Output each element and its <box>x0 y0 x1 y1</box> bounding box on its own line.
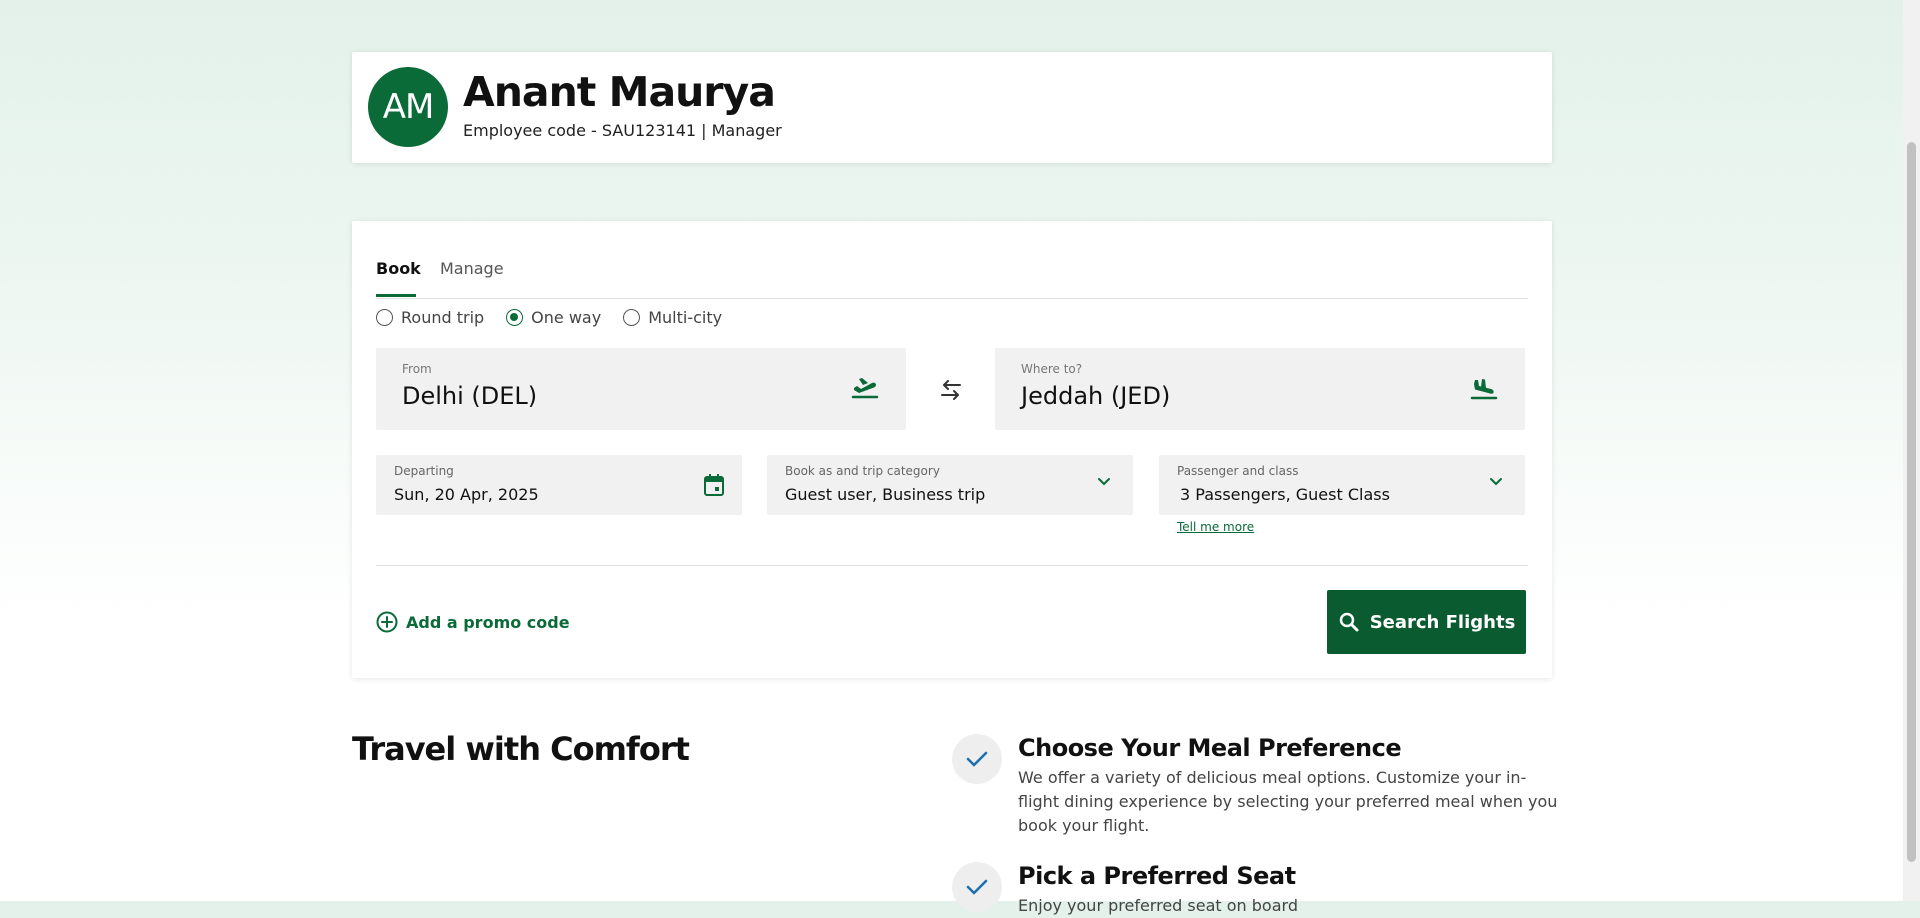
tell-me-more-link[interactable]: Tell me more <box>1177 520 1254 534</box>
from-value[interactable]: Delhi (DEL) <box>402 382 537 410</box>
booking-card: Book Manage Round trip One way Multi-cit… <box>352 221 1552 678</box>
passenger-class-label: Passenger and class <box>1177 464 1299 478</box>
radio-label: Round trip <box>401 307 485 327</box>
radio-circle[interactable] <box>623 308 641 326</box>
departing-value[interactable]: Sun, 20 Apr, 2025 <box>394 485 539 504</box>
trip-category-select[interactable]: Book as and trip category Guest user, Bu… <box>767 455 1133 515</box>
calendar-icon[interactable] <box>704 474 724 496</box>
radio-circle[interactable] <box>376 308 393 326</box>
profile-name: Anant Maurya <box>463 68 776 116</box>
search-label: Search Flights <box>1369 611 1516 633</box>
add-promo-code-button[interactable]: Add a promo code <box>376 611 570 633</box>
radio-round-trip[interactable]: Round trip <box>376 302 484 332</box>
to-field[interactable]: Where to? Jeddah (JED) <box>995 348 1525 430</box>
search-icon <box>1339 612 1359 632</box>
tab-book[interactable]: Book <box>376 259 421 278</box>
avatar: AM <box>368 67 448 147</box>
search-flights-button[interactable]: Search Flights <box>1327 590 1526 654</box>
tab-manage[interactable]: Manage <box>440 259 504 278</box>
from-field[interactable]: From Delhi (DEL) <box>376 348 906 430</box>
feature-description: Enjoy your preferred seat on board <box>1018 896 1298 915</box>
section-title: Travel with Comfort <box>352 730 690 768</box>
scrollbar-thumb[interactable] <box>1907 142 1916 862</box>
plus-circle-icon <box>376 611 398 633</box>
passenger-class-select[interactable]: Passenger and class 3 Passengers, Guest … <box>1159 455 1525 515</box>
feature-title: Pick a Preferred Seat <box>1018 862 1296 890</box>
radio-multi-city[interactable]: Multi-city <box>623 302 722 332</box>
radio-one-way[interactable]: One way <box>506 302 601 332</box>
active-tab-indicator <box>376 294 416 297</box>
plane-landing-icon <box>1470 379 1498 400</box>
trip-type-group: Round trip One way Multi-city <box>376 302 722 332</box>
from-label: From <box>402 362 432 376</box>
radio-label: Multi-city <box>648 307 723 327</box>
radio-label: One way <box>531 307 602 327</box>
chevron-down-icon[interactable] <box>1097 477 1111 487</box>
booking-tabs: Book Manage <box>376 239 1528 299</box>
to-value[interactable]: Jeddah (JED) <box>1021 382 1170 410</box>
to-label: Where to? <box>1021 362 1083 376</box>
promo-label: Add a promo code <box>406 612 570 632</box>
swap-icon[interactable] <box>936 378 966 402</box>
chevron-down-icon[interactable] <box>1489 477 1503 487</box>
employee-info: Employee code - SAU123141 | Manager <box>463 121 782 140</box>
profile-card: AM Anant Maurya Employee code - SAU12314… <box>352 52 1552 163</box>
radio-circle[interactable] <box>506 308 524 326</box>
scrollbar[interactable] <box>1903 0 1920 901</box>
check-icon <box>952 734 1002 784</box>
trip-category-label: Book as and trip category <box>785 464 940 478</box>
trip-category-value[interactable]: Guest user, Business trip <box>785 485 985 504</box>
feature-description: We offer a variety of delicious meal opt… <box>1018 768 1558 835</box>
check-icon <box>952 862 1002 912</box>
departing-label: Departing <box>394 464 454 478</box>
divider <box>376 565 1528 566</box>
departing-field[interactable]: Departing Sun, 20 Apr, 2025 <box>376 455 742 515</box>
plane-takeoff-icon <box>851 378 879 399</box>
passenger-class-value[interactable]: 3 Passengers, Guest Class <box>1180 485 1390 504</box>
feature-title: Choose Your Meal Preference <box>1018 734 1402 762</box>
